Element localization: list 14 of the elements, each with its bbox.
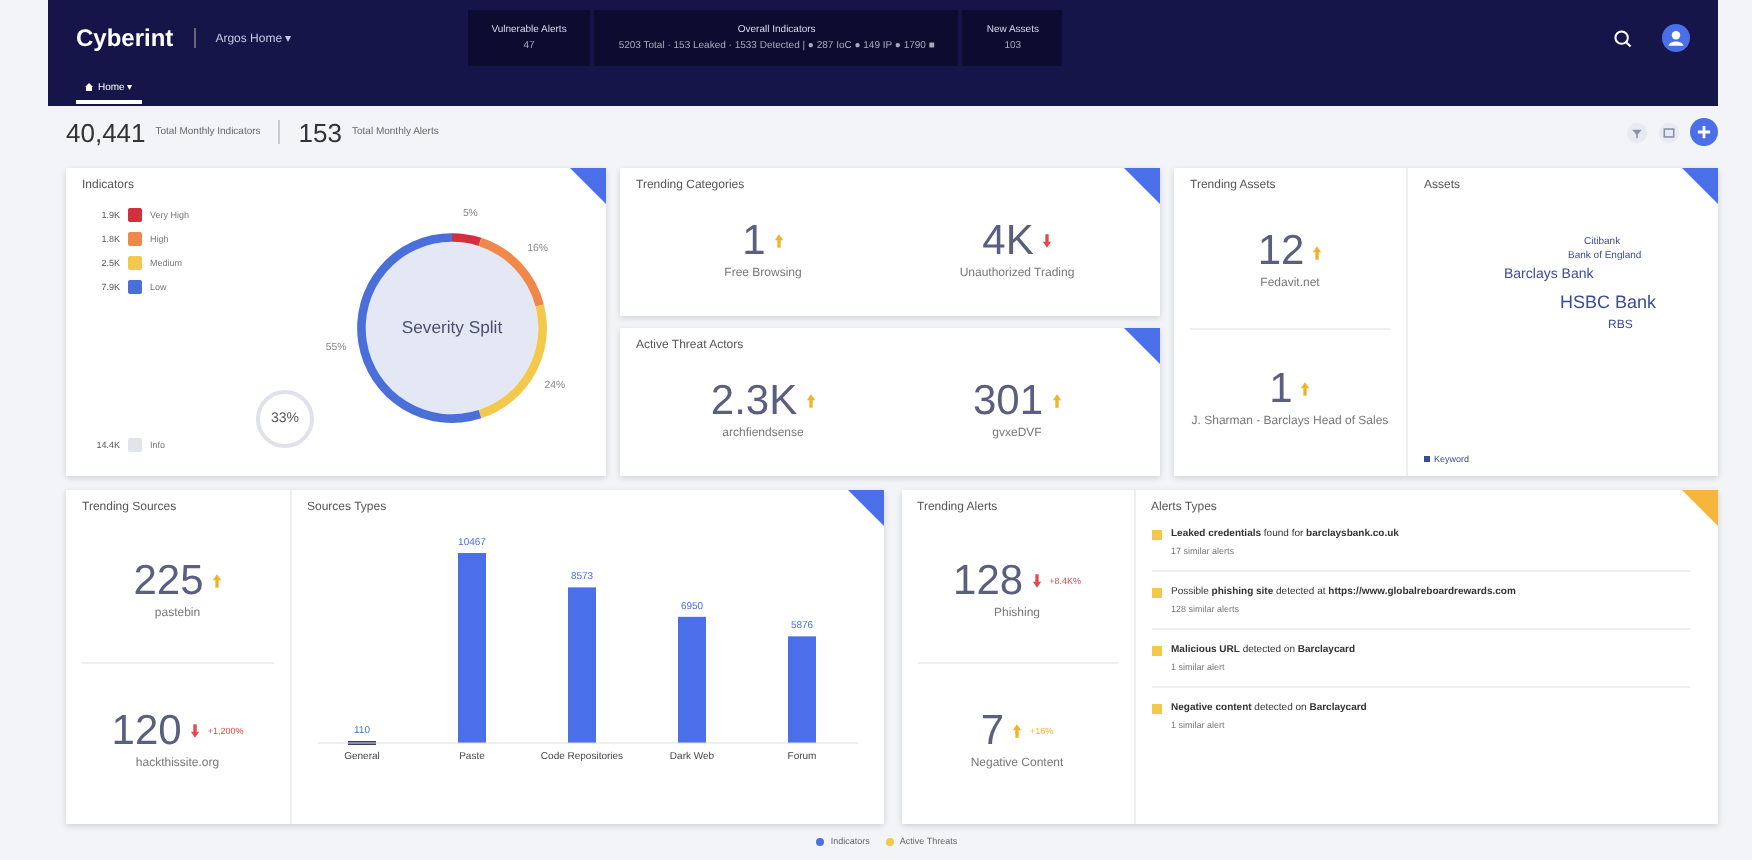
metric-value: 120	[111, 707, 182, 755]
metric-value: 1	[742, 217, 766, 265]
summary-value: 40,441	[66, 117, 146, 147]
metric-value: 2.3K	[710, 377, 798, 425]
metric-value: 128	[953, 557, 1024, 605]
chart-title: Severity Split	[401, 317, 503, 338]
summary-value: 153	[298, 117, 342, 147]
metric-value: 4K	[982, 217, 1034, 265]
metric-value: 225	[133, 557, 204, 605]
metric-value: 7	[980, 707, 1005, 755]
metric-value: 301	[972, 377, 1044, 425]
metric-value: 1	[1269, 365, 1293, 414]
metric-value: 12	[1257, 228, 1305, 277]
word-cloud-word: HSBC Bank	[1560, 292, 1657, 312]
